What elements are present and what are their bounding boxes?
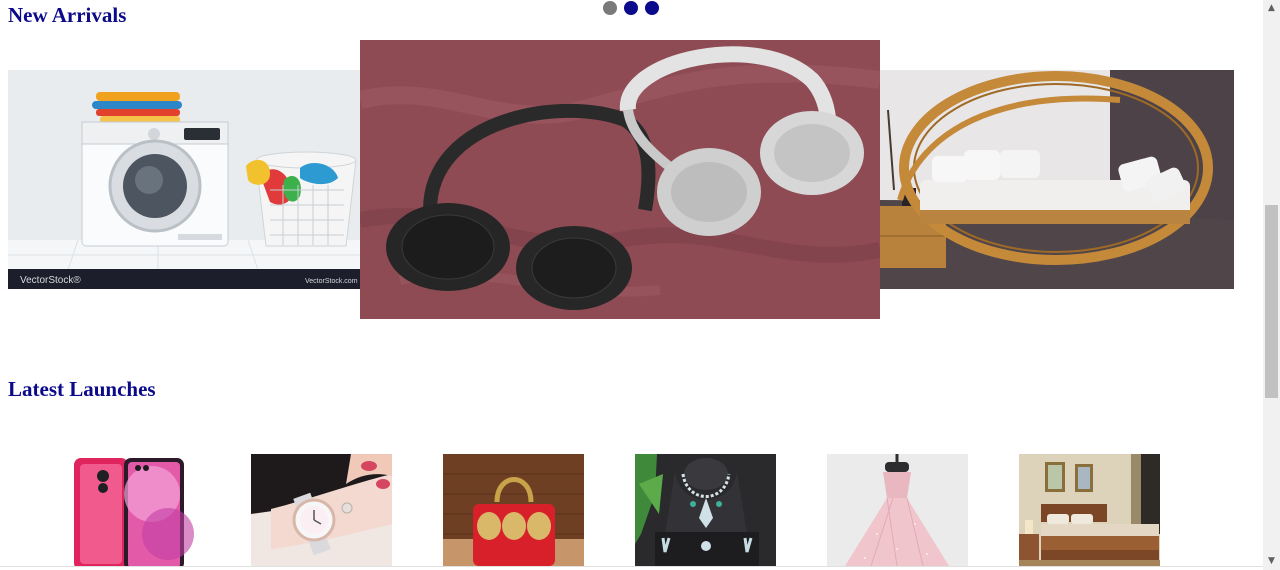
carousel-slide-bed[interactable] — [880, 70, 1234, 289]
carousel-slide-washing-machine[interactable]: VectorStock® VectorStock.com — [8, 70, 360, 289]
page: New Arrivals VectorStock® VectorStock.co… — [0, 0, 1263, 570]
latest-launches-title: Latest Launches — [8, 377, 156, 401]
page-bottom-divider — [0, 566, 1263, 567]
phone-image — [58, 454, 199, 566]
carousel-dot-3[interactable] — [645, 1, 659, 15]
carousel-dot-2[interactable] — [624, 1, 638, 15]
product-thumb-watch[interactable] — [251, 454, 392, 566]
product-thumb-phone[interactable] — [58, 454, 199, 566]
handbag-image — [443, 454, 584, 566]
vertical-scrollbar[interactable]: ▲ ▼ — [1263, 0, 1280, 570]
carousel-dot-1[interactable] — [603, 1, 617, 15]
scroll-up-arrow-icon[interactable]: ▲ — [1263, 0, 1280, 17]
carousel-slide-headphones[interactable] — [360, 40, 880, 319]
watermark-left: VectorStock® — [20, 275, 81, 286]
washing-machine-image: VectorStock® VectorStock.com — [8, 70, 360, 289]
product-thumb-bed[interactable] — [1019, 454, 1160, 566]
jewellery-image — [635, 454, 776, 566]
bed-thumb-image — [1019, 454, 1160, 566]
watermark-right: VectorStock.com — [305, 278, 358, 285]
dress-image — [827, 454, 968, 566]
carousel-dots — [603, 1, 659, 15]
product-thumb-handbag[interactable] — [443, 454, 584, 566]
new-arrivals-title: New Arrivals — [8, 3, 127, 27]
product-thumb-dress[interactable] — [827, 454, 968, 566]
headphones-image — [360, 40, 880, 319]
watch-image — [251, 454, 392, 566]
product-thumb-jewellery[interactable] — [635, 454, 776, 566]
scroll-down-arrow-icon[interactable]: ▼ — [1263, 553, 1280, 570]
scrollbar-thumb[interactable] — [1265, 205, 1278, 398]
bed-image — [880, 70, 1234, 289]
